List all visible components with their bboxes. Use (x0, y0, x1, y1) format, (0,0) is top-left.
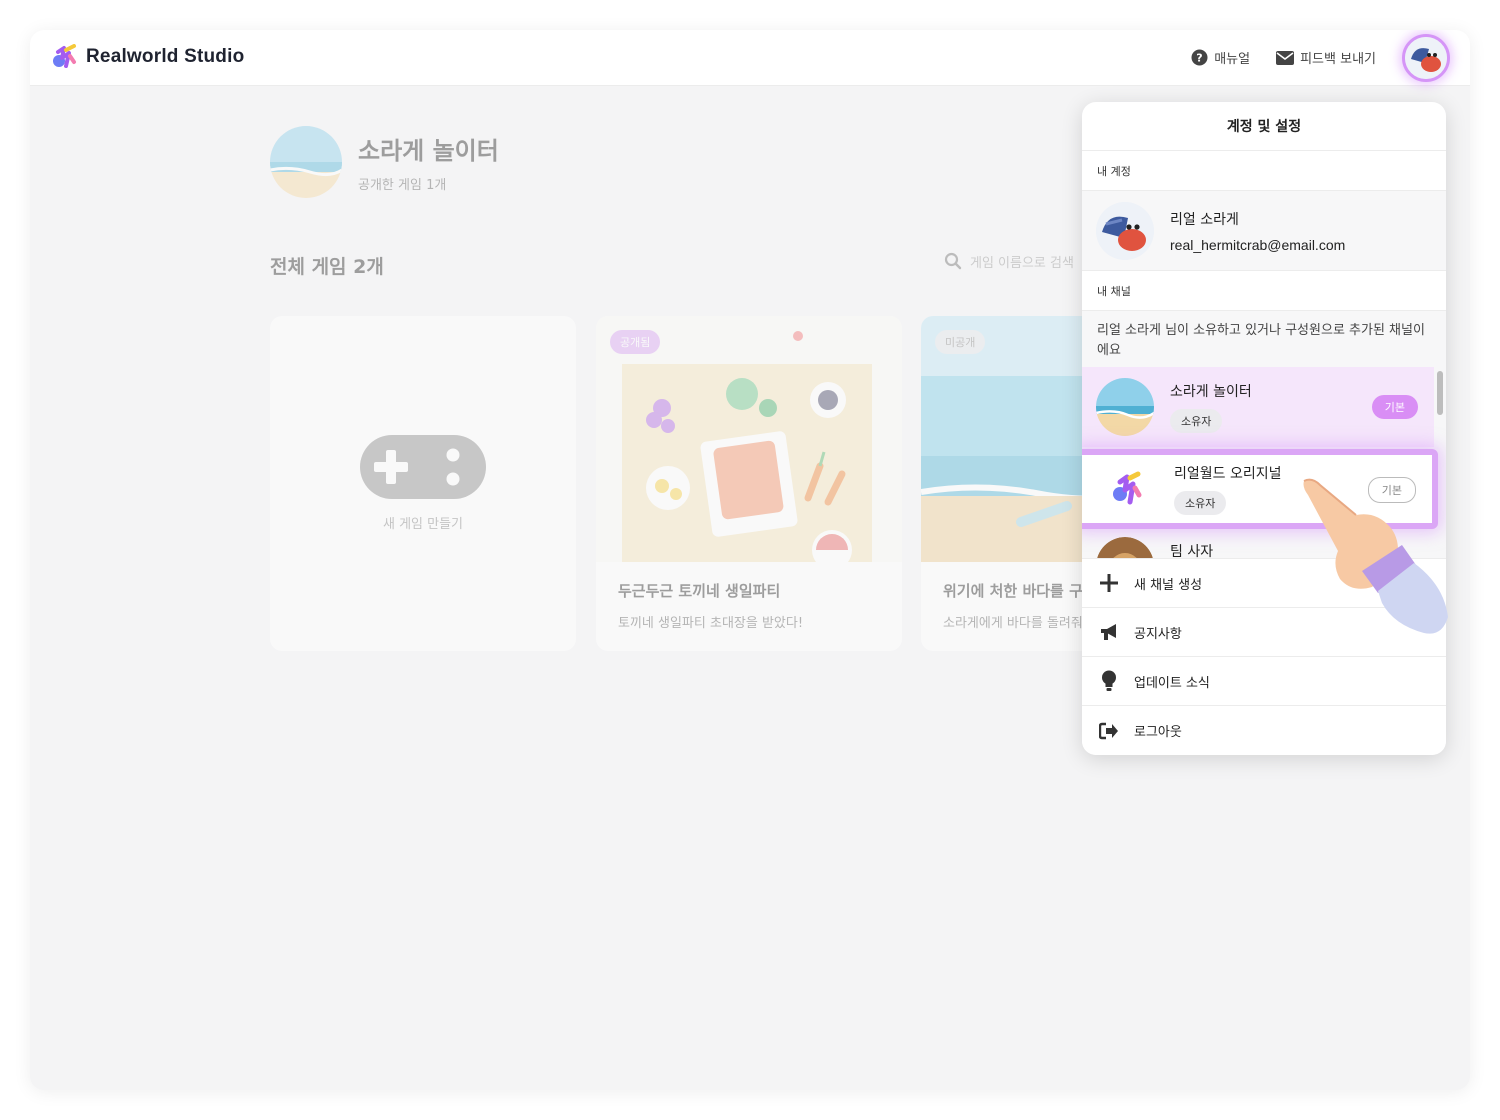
pointing-hand-icon (1303, 478, 1448, 634)
status-badge: 미공개 (935, 330, 986, 354)
my-account-label: 내 계정 (1082, 151, 1446, 191)
svg-text:?: ? (1197, 52, 1203, 65)
channel-header: 소라게 놀이터 공개한 게임 1개 (270, 126, 499, 198)
app-window: Realworld Studio ? 매뉴얼 피드백 보내기 소라게 놀이터 공… (30, 30, 1470, 1090)
dropdown-title: 계정 및 설정 (1082, 102, 1446, 151)
channel-avatar (270, 126, 342, 198)
channel-name: 소라게 놀이터 (1170, 384, 1252, 400)
menu-label: 로그아웃 (1134, 725, 1182, 740)
role-badge: 소유자 (1174, 491, 1227, 515)
public-game-count: 공개한 게임 1개 (358, 178, 447, 193)
plus-icon (1098, 572, 1120, 594)
my-channels-label: 내 채널 (1082, 271, 1446, 311)
channel-list-scrollbar[interactable] (1437, 371, 1443, 415)
logo-icon (53, 44, 76, 68)
top-bar: Realworld Studio ? 매뉴얼 피드백 보내기 (30, 30, 1470, 86)
user-avatar-button[interactable] (1402, 34, 1450, 82)
question-circle-icon: ? (1191, 49, 1208, 66)
logout-menu-item[interactable]: 로그아웃 (1082, 706, 1446, 755)
channel-avatar (1096, 537, 1154, 558)
new-game-card[interactable]: 새 게임 만들기 (270, 316, 576, 651)
manual-label: 매뉴얼 (1214, 52, 1251, 67)
feedback-label: 피드백 보내기 (1300, 52, 1376, 67)
menu-label: 공지사항 (1134, 626, 1182, 642)
account-email: real_hermitcrab@email.com (1170, 236, 1346, 253)
logo[interactable]: Realworld Studio (52, 44, 244, 70)
channel-name: 소라게 놀이터 (358, 137, 499, 165)
game-thumbnail: 공개됨 (596, 316, 902, 562)
hermit-crab-avatar (1405, 37, 1447, 79)
envelope-icon (1276, 50, 1295, 65)
game-card[interactable]: 공개됨 두근두근 토끼네 생일파티 토끼네 생일파티 초대장을 받았다! (596, 316, 902, 651)
channel-name: 팀 사자 (1170, 544, 1214, 559)
menu-label: 새 채널 생성 (1134, 577, 1203, 593)
game-description: 소라게에게 바다를 돌려줘 (943, 616, 1083, 631)
role-badge: 소유자 (1170, 409, 1223, 433)
new-game-label: 새 게임 만들기 (382, 517, 464, 532)
search-icon (944, 252, 962, 270)
lightbulb-icon (1098, 670, 1120, 692)
channel-avatar (1096, 378, 1154, 436)
megaphone-icon (1098, 621, 1120, 643)
logo-text: Realworld Studio (86, 46, 245, 67)
search-placeholder: 게임 이름으로 검색 (970, 255, 1074, 271)
logout-icon (1098, 720, 1120, 742)
channel-name: 리얼월드 오리지널 (1174, 466, 1282, 482)
game-description: 토끼네 생일파티 초대장을 받았다! (618, 616, 804, 631)
games-section-title: 전체 게임 2개 (270, 256, 384, 278)
gamepad-icon (360, 435, 486, 499)
default-badge[interactable]: 기본 (1371, 395, 1418, 419)
channel-item-sora-playground[interactable]: 소라게 놀이터 소유자 기본 (1082, 367, 1434, 447)
channel-avatar (1100, 460, 1158, 518)
account-avatar (1096, 201, 1154, 260)
manual-link[interactable]: ? 매뉴얼 (1191, 48, 1250, 67)
menu-label: 업데이트 소식 (1134, 675, 1210, 691)
top-nav: ? 매뉴얼 피드백 보내기 (1191, 48, 1376, 67)
status-badge: 공개됨 (610, 330, 661, 354)
account-info[interactable]: 리얼 소라게 real_hermitcrab@email.com (1082, 191, 1446, 271)
channels-notice: 리얼 소라게 님이 소유하고 있거나 구성원으로 추가된 채널이에요 (1082, 311, 1446, 367)
feedback-link[interactable]: 피드백 보내기 (1276, 48, 1376, 67)
game-title: 두근두근 토끼네 생일파티 (618, 582, 781, 600)
account-name: 리얼 소라게 (1170, 211, 1239, 228)
